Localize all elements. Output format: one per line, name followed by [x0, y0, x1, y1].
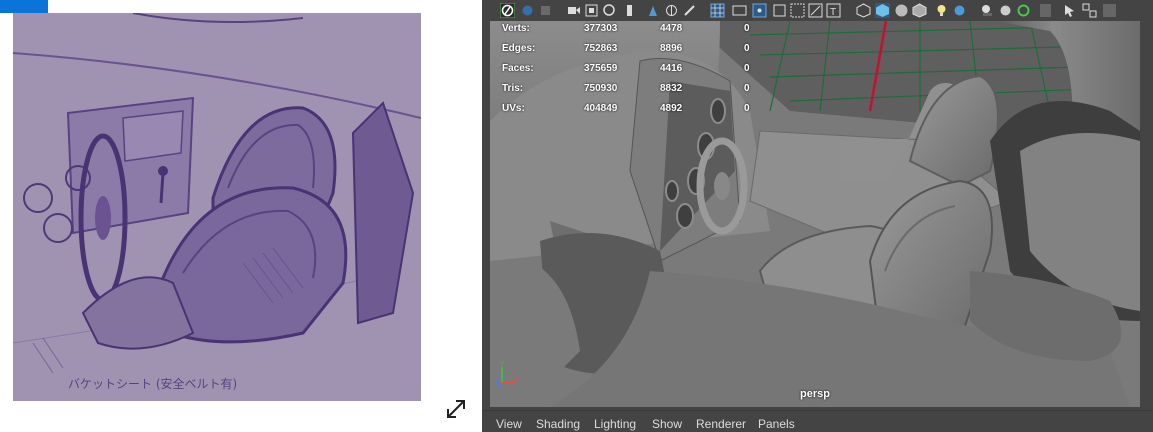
view-axis-icon: Y X Z: [496, 362, 518, 388]
panel-layout-icon[interactable]: [1082, 3, 1097, 18]
xray-icon[interactable]: [998, 3, 1013, 18]
hud-value: 4892: [660, 103, 683, 114]
viewport-panel: T Verts: 377303 4478 0 Edges: 752863 889…: [482, 0, 1153, 432]
camera-attributes-icon[interactable]: [520, 3, 535, 18]
3d-viewport[interactable]: Verts: 377303 4478 0 Edges: 752863 8896 …: [490, 21, 1140, 407]
hud-value: 0: [744, 103, 750, 114]
image-plane-icon[interactable]: [584, 3, 599, 18]
hud-value: 0: [744, 83, 750, 94]
camera-icon[interactable]: [566, 3, 581, 18]
hud-value: 752863: [584, 43, 618, 54]
hud-value: 8896: [660, 43, 683, 54]
reference-panel: バケットシート (安全ベルト有): [0, 0, 482, 431]
select-tool-icon[interactable]: [1062, 3, 1077, 18]
hud-label: Verts:: [502, 23, 530, 34]
safe-action-icon[interactable]: [808, 3, 823, 18]
paint-icon[interactable]: [682, 3, 697, 18]
shadows-icon[interactable]: [952, 3, 967, 18]
lights-icon[interactable]: [934, 3, 949, 18]
hud-row-faces: Faces: 375659 4416 0: [502, 61, 762, 81]
hud-value: 375659: [584, 63, 618, 74]
menu-show[interactable]: Show: [652, 417, 682, 431]
2d-pan-zoom-icon[interactable]: [602, 3, 617, 18]
hud-value: 0: [744, 63, 750, 74]
grid-icon[interactable]: [710, 3, 725, 18]
gate-mask-icon[interactable]: [772, 3, 787, 18]
sculpt-brush-icon[interactable]: [646, 3, 661, 18]
svg-text:X: X: [514, 377, 518, 383]
poly-count-hud: Verts: 377303 4478 0 Edges: 752863 8896 …: [502, 21, 762, 121]
hud-value: 0: [744, 23, 750, 34]
hud-label: Faces:: [502, 63, 534, 74]
menu-lighting[interactable]: Lighting: [594, 417, 636, 431]
smooth-shade-icon[interactable]: [875, 3, 890, 18]
svg-text:T: T: [830, 7, 836, 18]
xray-active-icon[interactable]: [1038, 3, 1053, 18]
svg-text:Y: Y: [500, 362, 504, 368]
expand-arrow-icon[interactable]: [444, 397, 468, 421]
wireframe-icon[interactable]: [856, 3, 871, 18]
hud-value: 0: [744, 43, 750, 54]
isolate-icon[interactable]: [980, 3, 995, 18]
hud-icon[interactable]: [1102, 3, 1117, 18]
hud-value: 8832: [660, 83, 683, 94]
wireframe-on-shaded-icon[interactable]: [894, 3, 909, 18]
hud-row-edges: Edges: 752863 8896 0: [502, 41, 762, 61]
viewport-toolbar: T: [482, 0, 1153, 21]
menu-view[interactable]: View: [496, 417, 522, 431]
selection-tab[interactable]: [0, 0, 48, 13]
field-chart-icon[interactable]: [790, 3, 805, 18]
resolution-gate-icon[interactable]: [752, 3, 767, 18]
bookmark-icon[interactable]: [538, 3, 553, 18]
menu-panels[interactable]: Panels: [758, 417, 795, 431]
hud-label: UVs:: [502, 103, 525, 114]
film-gate-icon[interactable]: [732, 3, 747, 18]
hud-row-verts: Verts: 377303 4478 0: [502, 21, 762, 41]
hud-value: 4478: [660, 23, 683, 34]
hud-label: Edges:: [502, 43, 536, 54]
hud-label: Tris:: [502, 83, 524, 94]
select-camera-icon[interactable]: [500, 3, 515, 18]
hud-row-uvs: UVs: 404849 4892 0: [502, 101, 762, 121]
menu-shading[interactable]: Shading: [536, 417, 580, 431]
svg-text:Z: Z: [496, 379, 500, 385]
hud-value: 377303: [584, 23, 618, 34]
hud-row-tris: Tris: 750930 8832 0: [502, 81, 762, 101]
grease-pencil-icon[interactable]: [622, 3, 637, 18]
camera-label: persp: [800, 388, 830, 400]
textured-icon[interactable]: [912, 3, 927, 18]
safe-title-icon[interactable]: T: [826, 3, 841, 18]
reference-caption: バケットシート (安全ベルト有): [68, 376, 237, 391]
viewport-border: [1140, 21, 1153, 410]
snap-icon[interactable]: [664, 3, 679, 18]
panel-menubar: View Shading Lighting Show Renderer Pane…: [482, 410, 1153, 432]
hud-value: 4416: [660, 63, 683, 74]
hud-value: 750930: [584, 83, 618, 94]
menu-renderer[interactable]: Renderer: [696, 417, 746, 431]
xray-joints-icon[interactable]: [1016, 3, 1031, 18]
hud-value: 404849: [584, 103, 618, 114]
reference-sketch-image: バケットシート (安全ベルト有): [13, 13, 421, 401]
